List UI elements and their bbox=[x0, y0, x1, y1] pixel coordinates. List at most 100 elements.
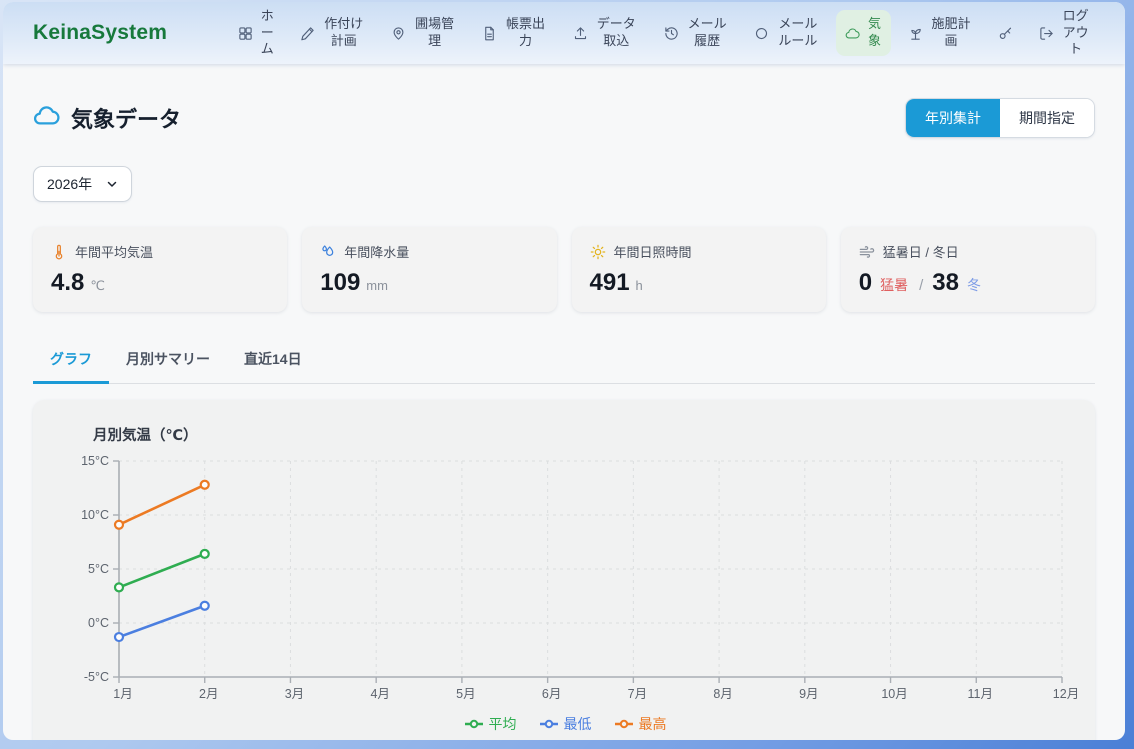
nav-item-weather[interactable]: 気象 bbox=[836, 10, 890, 56]
stat-value: 4.8℃ bbox=[51, 269, 269, 297]
svg-text:12月: 12月 bbox=[1053, 687, 1079, 701]
pencil-icon bbox=[300, 26, 315, 41]
nav-item-label: 帳票出力 bbox=[504, 16, 547, 50]
tab-0[interactable]: グラフ bbox=[33, 338, 109, 384]
svg-text:0°C: 0°C bbox=[88, 616, 109, 630]
nav-item-fertilizer[interactable]: 施肥計画 bbox=[899, 10, 982, 56]
nav-item-planting[interactable]: 作付け計画 bbox=[291, 10, 374, 56]
nav-item-password[interactable] bbox=[989, 20, 1022, 47]
stat-label: 年間平均気温 bbox=[75, 242, 153, 261]
svg-text:7月: 7月 bbox=[628, 687, 647, 701]
svg-text:8月: 8月 bbox=[713, 687, 732, 701]
stat-value-part: / bbox=[919, 277, 923, 294]
legend-item-0[interactable]: 平均 bbox=[464, 714, 517, 734]
svg-text:6月: 6月 bbox=[542, 687, 561, 701]
svg-text:1月: 1月 bbox=[113, 687, 132, 701]
legend-marker-icon bbox=[539, 718, 559, 730]
stat-card-3: 猛暑日 / 冬日0猛暑/38冬 bbox=[841, 227, 1095, 312]
chart-svg: 15°C 10°C 5°C 0°C -5°C 1月 2月 3月 4月 5月 6月 7月 8月 9月 10月 1… bbox=[55, 449, 1080, 707]
stat-value-part: 冬 bbox=[967, 275, 981, 295]
sprout-icon bbox=[908, 26, 923, 41]
stat-value-part: 38 bbox=[932, 269, 959, 297]
nav-item-label: メール履歴 bbox=[686, 16, 729, 50]
nav-items: ホーム 作付け計画 圃場管理 帳票出力 データ取込 メール履歴 メールルール 気象 施肥計画 ログ… bbox=[229, 2, 1099, 64]
top-nav: KeinaSystem ホーム 作付け計画 圃場管理 帳票出力 データ取込 メール履歴 メー… bbox=[3, 2, 1125, 64]
app-window: KeinaSystem ホーム 作付け計画 圃場管理 帳票出力 データ取込 メール履歴 メー… bbox=[3, 2, 1125, 740]
tab-2[interactable]: 直近14日 bbox=[227, 338, 319, 384]
legend-marker-icon bbox=[614, 718, 634, 730]
nav-item-mail-rules[interactable]: メールルール bbox=[745, 10, 828, 56]
nav-item-label: データ取込 bbox=[595, 16, 638, 50]
stat-label-row: 猛暑日 / 冬日 bbox=[859, 242, 1077, 261]
stat-card-2: 年間日照時間491h bbox=[572, 227, 826, 312]
stat-value-part: 0 bbox=[859, 269, 872, 297]
wind-icon bbox=[859, 244, 875, 260]
page-title: 気象データ bbox=[33, 102, 181, 135]
legend-item-1[interactable]: 最低 bbox=[539, 714, 592, 734]
stat-label: 年間降水量 bbox=[344, 242, 409, 261]
view-toggle: 年別集計期間指定 bbox=[905, 98, 1095, 138]
nav-item-label: 圃場管理 bbox=[413, 16, 456, 50]
legend-label: 最高 bbox=[639, 714, 667, 734]
tabs: グラフ月別サマリー直近14日 bbox=[33, 338, 1095, 384]
stat-value: 0猛暑/38冬 bbox=[859, 269, 1077, 297]
title-row: 気象データ 年別集計期間指定 bbox=[33, 98, 1095, 138]
nav-item-fields[interactable]: 圃場管理 bbox=[382, 10, 465, 56]
cloud-icon bbox=[33, 102, 60, 129]
svg-text:11月: 11月 bbox=[968, 687, 993, 701]
legend-item-2[interactable]: 最高 bbox=[614, 714, 667, 734]
key-icon bbox=[998, 26, 1013, 41]
nav-item-label: 施肥計画 bbox=[930, 16, 973, 50]
legend-marker-icon bbox=[464, 718, 484, 730]
circle-icon bbox=[754, 26, 769, 41]
sun-icon bbox=[590, 244, 606, 260]
nav-item-label: 作付け計画 bbox=[322, 16, 365, 50]
tab-1[interactable]: 月別サマリー bbox=[109, 338, 227, 384]
legend-label: 平均 bbox=[489, 714, 517, 734]
stats-row: 年間平均気温4.8℃年間降水量109mm年間日照時間491h猛暑日 / 冬日0猛… bbox=[33, 227, 1095, 312]
stat-value: 109mm bbox=[320, 269, 538, 297]
stat-label-row: 年間降水量 bbox=[320, 242, 538, 261]
stat-label-row: 年間日照時間 bbox=[590, 242, 808, 261]
svg-text:3月: 3月 bbox=[285, 687, 304, 701]
stat-unit: h bbox=[636, 278, 643, 293]
svg-text:2月: 2月 bbox=[199, 687, 218, 701]
stat-card-0: 年間平均気温 4.8℃ bbox=[33, 227, 287, 312]
nav-item-label: 気象 bbox=[867, 16, 881, 50]
chart-card: 月別気温（℃） 15°C10°C5°C0°C-5°C1月2月3月4月5月6月7月… bbox=[33, 400, 1095, 740]
year-select[interactable]: 2026年 bbox=[33, 166, 132, 202]
stat-label: 年間日照時間 bbox=[614, 242, 692, 261]
stat-unit: ℃ bbox=[90, 278, 105, 294]
stat-label-row: 年間平均気温 bbox=[51, 242, 269, 261]
chart-legend: 平均 最低 最高 bbox=[55, 714, 1075, 734]
svg-text:10°C: 10°C bbox=[81, 508, 109, 522]
map-pin-icon bbox=[391, 26, 406, 41]
nav-item-mail-history[interactable]: メール履歴 bbox=[655, 10, 738, 56]
stat-card-1: 年間降水量 109mm bbox=[302, 227, 556, 312]
main-content: 気象データ 年別集計期間指定 2026年 年間平均気温 4.8℃ 年間降水量 109m… bbox=[3, 64, 1125, 740]
nav-item-home[interactable]: ホーム bbox=[229, 2, 283, 64]
svg-text:4月: 4月 bbox=[370, 687, 389, 701]
logout-icon bbox=[1039, 26, 1054, 41]
view-toggle-period[interactable]: 期間指定 bbox=[1000, 99, 1094, 137]
brand-logo[interactable]: KeinaSystem bbox=[33, 21, 167, 45]
svg-text:-5°C: -5°C bbox=[84, 670, 109, 684]
legend-label: 最低 bbox=[564, 714, 592, 734]
svg-text:10月: 10月 bbox=[881, 687, 907, 701]
page-title-text: 気象データ bbox=[71, 102, 181, 134]
svg-text:9月: 9月 bbox=[799, 687, 818, 701]
thermometer-icon bbox=[51, 244, 67, 260]
svg-text:5°C: 5°C bbox=[88, 562, 109, 576]
view-toggle-yearly[interactable]: 年別集計 bbox=[906, 99, 1000, 137]
nav-item-label: ログアウト bbox=[1061, 8, 1090, 59]
nav-item-reports[interactable]: 帳票出力 bbox=[473, 10, 556, 56]
chevron-down-icon bbox=[106, 178, 118, 190]
svg-text:15°C: 15°C bbox=[81, 454, 109, 468]
nav-item-logout[interactable]: ログアウト bbox=[1030, 2, 1099, 64]
file-icon bbox=[482, 26, 497, 41]
nav-item-data-import[interactable]: データ取込 bbox=[564, 10, 647, 56]
svg-text:5月: 5月 bbox=[456, 687, 475, 701]
nav-item-label: メールルール bbox=[776, 16, 819, 50]
cloud-icon bbox=[845, 26, 860, 41]
year-select-value: 2026年 bbox=[47, 174, 92, 194]
